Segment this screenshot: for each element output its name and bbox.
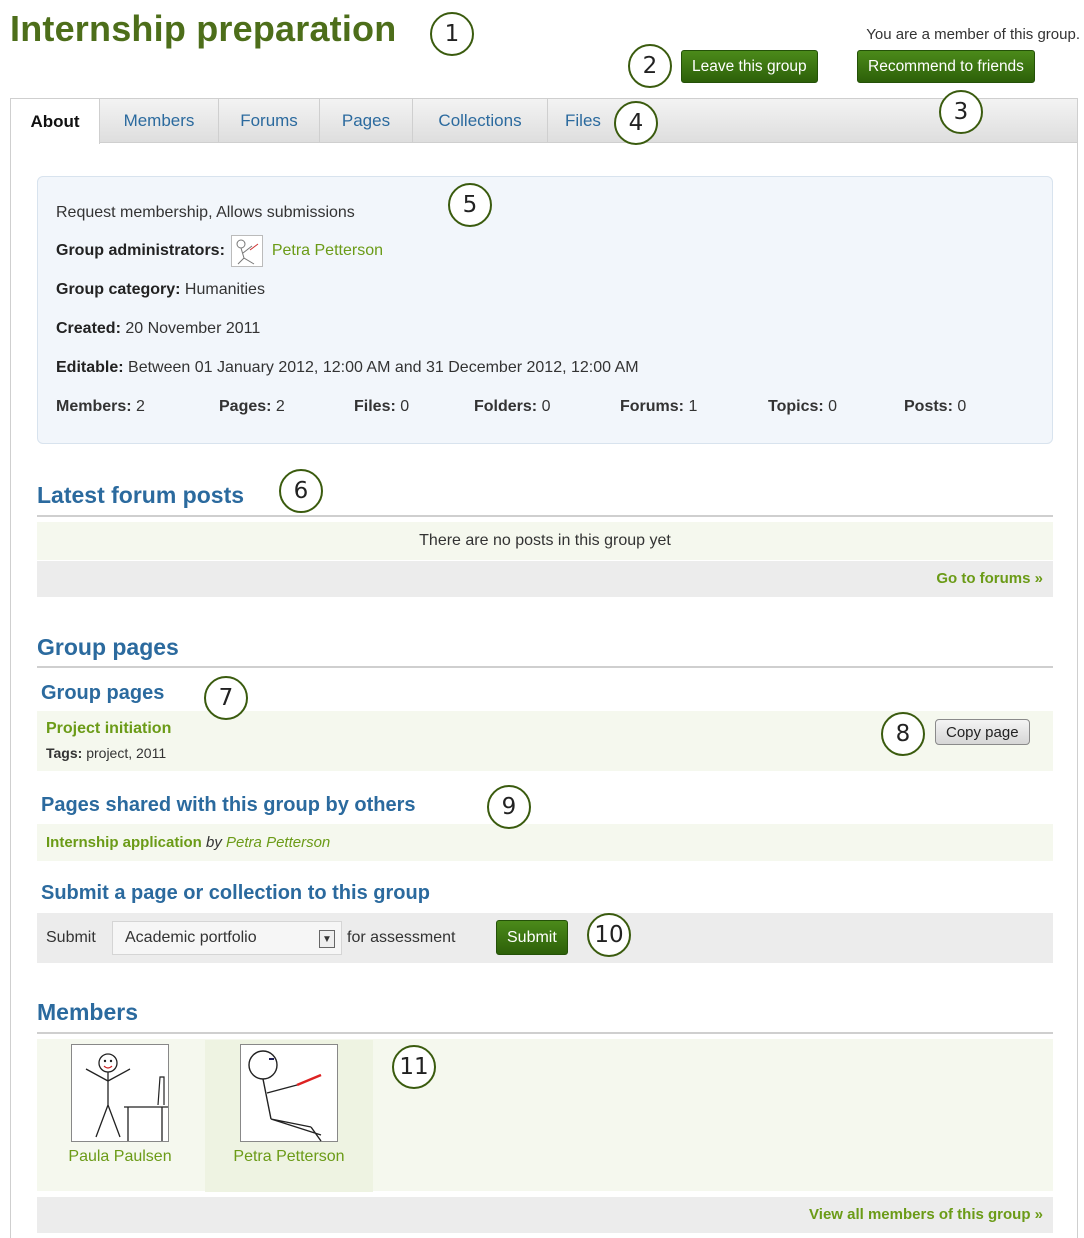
admins-label: Group administrators: <box>56 242 225 260</box>
group-created: Created: 20 November 2011 <box>56 320 260 338</box>
category-value: Humanities <box>184 281 265 298</box>
stat-posts: Posts: 0 <box>904 398 967 415</box>
stat-members: Members: 2 <box>56 398 145 415</box>
callout-9: 9 <box>487 785 531 829</box>
submit-prefix-label: Submit <box>46 929 96 946</box>
callout-4: 4 <box>614 101 658 145</box>
tab-bar: About Members Forums Pages Collections F… <box>11 99 1077 144</box>
callout-7: 7 <box>204 676 248 720</box>
forum-empty-message: There are no posts in this group yet <box>37 522 1053 560</box>
callout-2: 2 <box>628 44 672 88</box>
callout-8: 8 <box>881 712 925 756</box>
page-tags: Tags: project, 2011 <box>46 745 166 761</box>
submit-button[interactable]: Submit <box>496 920 568 955</box>
editable-label: Editable: <box>56 359 124 376</box>
membership-status: You are a member of this group. <box>866 26 1080 43</box>
forum-divider <box>37 515 1053 517</box>
tab-about[interactable]: About <box>11 99 100 144</box>
stat-forums: Forums: 1 <box>620 398 698 415</box>
group-pages-section-title: Group pages <box>37 634 179 660</box>
group-administrators: Group administrators: Petra Petterson <box>56 235 383 267</box>
tags-label: Tags: <box>46 745 83 761</box>
submission-select[interactable]: Academic portfolio ▼ <box>112 921 342 955</box>
editable-value: Between 01 January 2012, 12:00 AM and 31… <box>128 359 639 376</box>
tab-forums[interactable]: Forums <box>219 99 320 143</box>
stat-files: Files: 0 <box>354 398 410 415</box>
shared-pages-title: Pages shared with this group by others <box>41 794 416 816</box>
submit-form: Submit Academic portfolio ▼ for assessme… <box>37 913 1053 963</box>
created-value: 20 November 2011 <box>125 320 261 337</box>
member-avatar-petra[interactable] <box>240 1044 338 1142</box>
member-avatar-paula[interactable] <box>71 1044 169 1142</box>
callout-1: 1 <box>430 12 474 56</box>
copy-page-button[interactable]: Copy page <box>935 719 1030 745</box>
tab-collections[interactable]: Collections <box>413 99 548 143</box>
tags-value: project, 2011 <box>86 745 167 761</box>
forum-footer: Go to forums » <box>37 561 1053 597</box>
admin-link[interactable]: Petra Petterson <box>272 242 383 259</box>
members-divider <box>37 1032 1053 1034</box>
view-all-members-link[interactable]: View all members of this group » <box>809 1206 1043 1223</box>
shared-by-label: by <box>206 834 222 851</box>
member-card-petra[interactable]: Petra Petterson <box>205 1040 373 1192</box>
callout-10: 10 <box>587 913 631 957</box>
forum-section-title: Latest forum posts <box>37 482 245 508</box>
leave-group-button[interactable]: Leave this group <box>681 50 818 83</box>
tab-members[interactable]: Members <box>100 99 219 143</box>
created-label: Created: <box>56 320 121 337</box>
go-to-forums-link[interactable]: Go to forums » <box>936 570 1043 587</box>
group-pages-subtitle: Group pages <box>41 682 165 704</box>
members-section-title: Members <box>37 999 138 1025</box>
callout-6: 6 <box>279 469 323 513</box>
admin-avatar-icon[interactable] <box>231 235 264 267</box>
group-pages-divider <box>37 666 1053 668</box>
chevron-down-icon[interactable]: ▼ <box>319 930 335 948</box>
group-type-line: Request membership, Allows submissions <box>56 204 355 221</box>
callout-5: 5 <box>448 183 492 227</box>
submit-suffix-label: for assessment <box>347 929 456 946</box>
shared-page-item: Internship application by Petra Petterso… <box>37 824 1053 861</box>
internship-application-link[interactable]: Internship application <box>46 834 202 851</box>
tab-pages[interactable]: Pages <box>320 99 413 143</box>
callout-11: 11 <box>392 1045 436 1089</box>
stat-folders: Folders: 0 <box>474 398 551 415</box>
member-name-petra[interactable]: Petra Petterson <box>233 1148 344 1166</box>
category-label: Group category: <box>56 281 181 298</box>
tab-files[interactable]: Files <box>548 99 624 143</box>
submit-section-title: Submit a page or collection to this grou… <box>41 882 430 904</box>
stat-pages: Pages: 2 <box>219 398 285 415</box>
group-category: Group category: Humanities <box>56 281 265 299</box>
member-card-paula[interactable]: Paula Paulsen <box>36 1040 204 1192</box>
group-editable: Editable: Between 01 January 2012, 12:00… <box>56 359 639 377</box>
group-info-box: Request membership, Allows submissions G… <box>37 176 1053 444</box>
shared-author-link[interactable]: Petra Petterson <box>226 834 330 851</box>
submission-selected-value: Academic portfolio <box>125 929 257 946</box>
recommend-to-friends-button[interactable]: Recommend to friends <box>857 50 1035 83</box>
project-initiation-link[interactable]: Project initiation <box>46 720 171 738</box>
stat-topics: Topics: 0 <box>768 398 838 415</box>
callout-3: 3 <box>939 90 983 134</box>
members-footer: View all members of this group » <box>37 1197 1053 1233</box>
member-name-paula[interactable]: Paula Paulsen <box>68 1148 171 1166</box>
page-title: Internship preparation <box>10 8 397 49</box>
